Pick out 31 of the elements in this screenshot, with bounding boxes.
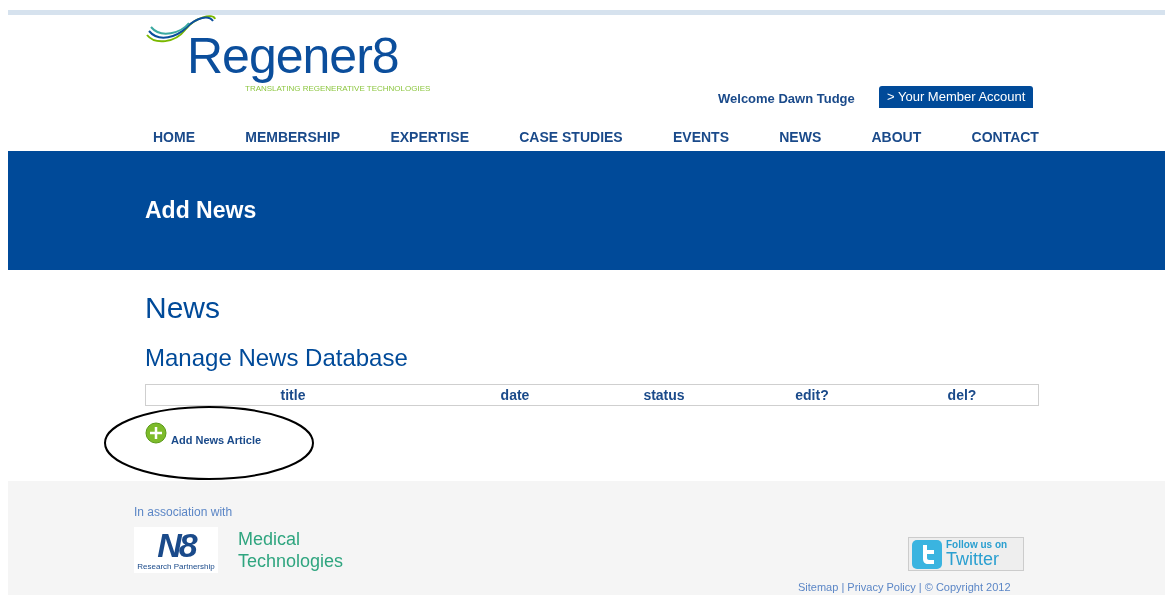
twitter-caption: Follow us on <box>946 540 1008 550</box>
partner-name: Medical <box>238 528 302 550</box>
column-header: status <box>643 385 685 405</box>
twitter-label: Twitter <box>946 550 1000 568</box>
column-header: del? <box>947 385 977 405</box>
banner-title: Add News <box>145 196 257 226</box>
association-text: In association with <box>134 504 234 521</box>
welcome-text: Welcome Dawn Tudge <box>718 90 855 108</box>
partner-name: Technologies <box>238 550 344 572</box>
partner-logo-mark: N8 <box>157 527 195 563</box>
logo-tagline: TRANSLATING REGENERATIVE TECHNOLOGIES <box>245 85 431 93</box>
nav-link[interactable]: ABOUT <box>863 127 930 148</box>
footer-links[interactable]: Sitemap | Privacy Policy | © Copyright 2012 <box>798 581 1011 594</box>
nav-link[interactable]: NEWS <box>771 127 830 148</box>
add-icon[interactable] <box>145 422 167 444</box>
nav-link[interactable]: EVENTS <box>664 127 737 148</box>
page-heading: News <box>145 290 221 326</box>
partner-logo-caption: Research Partnership <box>137 563 215 571</box>
nav-link[interactable]: CASE STUDIES <box>511 127 631 148</box>
nav-link[interactable]: EXPERTISE <box>382 127 477 148</box>
column-header: date <box>500 385 530 405</box>
add-news-link[interactable]: Add News Article <box>171 431 262 448</box>
member-account-button[interactable]: > Your Member Account <box>879 86 1034 108</box>
nav-link[interactable]: MEMBERSHIP <box>237 127 349 148</box>
column-header: title <box>280 385 306 405</box>
bird-icon <box>912 539 942 569</box>
logo-wordmark: Regener8 <box>187 31 399 81</box>
nav-link[interactable]: CONTACT <box>963 127 1047 148</box>
nav-link[interactable]: HOME <box>145 127 203 148</box>
section-heading: Manage News Database <box>145 343 409 373</box>
column-header: edit? <box>795 385 829 405</box>
